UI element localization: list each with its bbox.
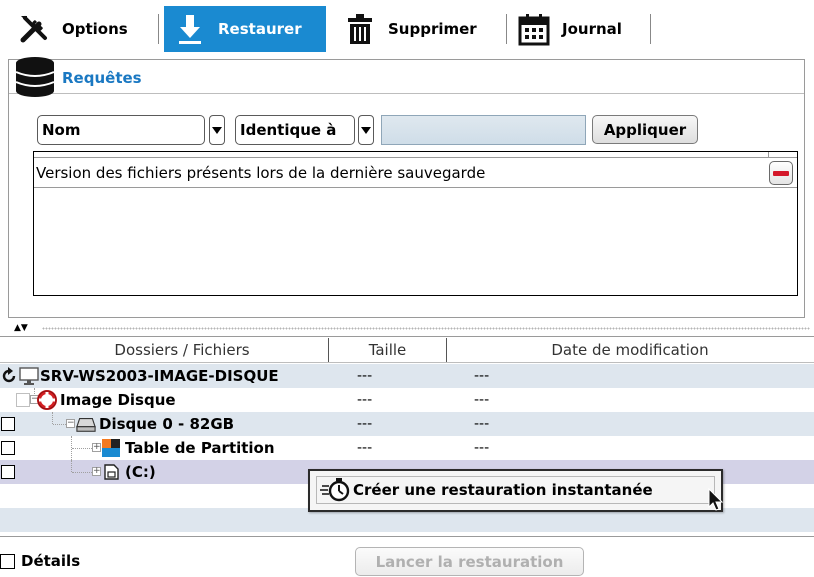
launch-restore-button[interactable]: Lancer la restauration [355,547,584,576]
requetes-panel: Requêtes Nom Identique à Appliquer Versi… [8,57,805,318]
apply-button-label: Appliquer [603,120,687,139]
tree-item-date: --- [474,368,490,384]
trash-icon [340,9,380,49]
calendar-icon [514,9,554,49]
stopwatch-icon [319,477,351,503]
tree-item-size: --- [357,368,373,384]
chevron-down-icon [212,126,222,134]
tree-item-date: --- [474,416,490,432]
expand-toggle[interactable]: + [92,443,101,452]
row-checkbox[interactable] [1,441,15,455]
column-header-folders-label: Dossiers / Fichiers [114,341,250,359]
remove-query-button[interactable] [769,161,793,185]
tab-restaurer[interactable]: Restaurer [164,6,326,52]
tab-supprimer[interactable]: Supprimer [340,6,502,52]
tab-separator [506,14,507,44]
expand-toggle[interactable]: + [92,467,101,476]
lifebuoy-icon [37,390,57,410]
splitter-grip [42,327,810,330]
mouse-cursor-icon [708,487,724,516]
field-select-dropdown-button[interactable] [209,115,225,145]
operator-select-dropdown-button[interactable] [358,115,374,145]
details-checkbox[interactable] [0,553,15,569]
column-header-date-label: Date de modification [551,341,709,359]
column-header-size-label: Taille [368,341,407,359]
tab-options-label: Options [62,20,128,38]
field-select-value: Nom [42,121,81,139]
tree-item-size: --- [357,392,373,408]
download-icon [174,9,206,49]
launch-restore-label: Lancer la restauration [375,552,564,571]
operator-select-value: Identique à [240,121,337,139]
tree-item-label: (C:) [125,463,156,481]
chevron-down-icon [361,126,371,134]
volume-icon [101,462,121,482]
operator-select[interactable]: Identique à [235,115,355,145]
divider [0,336,814,337]
tree-row-disque-0[interactable]: − Disque 0 - 82GB --- --- [0,412,814,436]
database-icon [13,57,57,101]
tab-separator [650,14,651,44]
tree-item-size: --- [357,416,373,432]
row-checkbox[interactable] [1,465,15,479]
divider [0,536,814,537]
refresh-icon[interactable] [0,366,19,386]
tree-item-label: SRV-WS2003-IMAGE-DISQUE [40,367,279,385]
tree-row-table-partition[interactable]: + Table de Partition --- --- [0,436,814,460]
collapse-toggle[interactable]: − [66,419,75,428]
column-header-size[interactable]: Taille [329,338,446,362]
collapse-arrows-icon[interactable]: ▲▼ [14,322,28,334]
column-header-date[interactable]: Date de modification [447,338,813,362]
tree-item-label: Image Disque [60,391,176,409]
tab-restaurer-label: Restaurer [218,20,302,38]
tree-item-label: Table de Partition [125,439,275,457]
row-checkbox[interactable] [1,417,15,431]
field-select[interactable]: Nom [37,115,205,145]
tree-item-size: --- [357,440,373,456]
panel-splitter[interactable]: ▲▼ [0,322,814,334]
computer-icon [19,366,39,386]
row-checkbox[interactable] [16,393,30,407]
tab-bar: Options Restaurer Supprimer Journal [0,0,814,58]
tab-supprimer-label: Supprimer [388,20,477,38]
hard-drive-icon [76,414,96,434]
query-list: Version des fichiers présents lors de la… [33,151,798,296]
divider [0,362,814,363]
tab-journal-label: Journal [562,20,622,38]
details-label: Détails [21,552,81,570]
context-menu: Créer une restauration instantanée [308,469,723,512]
apply-button[interactable]: Appliquer [592,115,698,144]
partition-table-icon [101,438,121,458]
tree-row-server[interactable]: SRV-WS2003-IMAGE-DISQUE --- --- [0,364,814,388]
tree-item-label: Disque 0 - 82GB [99,415,235,433]
query-list-item-label: Version des fichiers présents lors de la… [36,163,486,182]
details-toggle[interactable]: Détails [0,552,80,570]
tree-item-date: --- [474,440,490,456]
tab-separator [158,14,159,44]
requetes-header: Requêtes [9,57,804,97]
tree-item-date: --- [474,392,490,408]
tools-icon [14,9,54,49]
tab-journal[interactable]: Journal [514,6,644,52]
tab-options[interactable]: Options [14,6,152,52]
menu-item-instant-restore[interactable]: Créer une restauration instantanée [316,476,715,504]
query-list-item[interactable]: Version des fichiers présents lors de la… [34,158,797,188]
menu-item-label: Créer une restauration instantanée [353,481,653,499]
requetes-title: Requêtes [62,69,142,87]
query-value-input[interactable] [381,115,586,145]
column-header-folders[interactable]: Dossiers / Fichiers [36,338,328,362]
tree-row-image-disque[interactable]: − Image Disque --- --- [0,388,814,412]
minus-icon [773,170,789,176]
